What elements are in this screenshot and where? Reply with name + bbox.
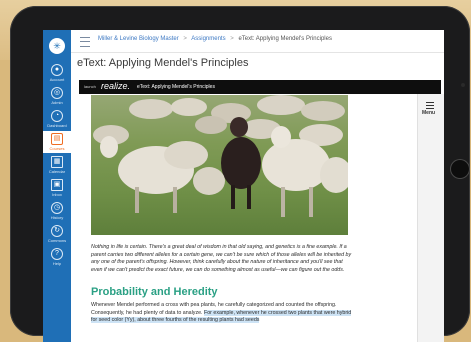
sidebar-item-label: Account: [49, 77, 65, 82]
sheep-photo: [91, 95, 348, 235]
page-title: eText: Applying Mendel's Principles: [77, 57, 249, 69]
sidebar-item-inbox[interactable]: ▣ Inbox: [43, 177, 71, 199]
calendar-icon: ▦: [51, 156, 63, 168]
sidebar-item-commons[interactable]: ↻ Commons: [43, 223, 71, 245]
sidebar-nav: ✳ ● Account ◎ Admin ◔ Dashboard ▤ Course…: [43, 30, 71, 342]
sidebar-item-label: Dashboard: [47, 123, 67, 128]
intro-paragraph: Nothing in life is certain. There's a gr…: [91, 244, 352, 273]
section-heading: Probability and Heredity: [91, 286, 218, 298]
hamburger-menu-icon[interactable]: [80, 37, 90, 47]
breadcrumb-current: eText: Applying Mendel's Principles: [238, 36, 332, 42]
sidebar-item-help[interactable]: ? Help: [43, 246, 71, 268]
breadcrumb-assignments-link[interactable]: Assignments: [191, 36, 225, 42]
menu-icon[interactable]: [426, 102, 434, 109]
commons-icon: ↻: [51, 225, 63, 237]
sidebar-item-courses[interactable]: ▤ Courses: [43, 131, 71, 153]
dashboard-icon: ◔: [51, 110, 63, 122]
tablet-screen: ✳ ● Account ◎ Admin ◔ Dashboard ▤ Course…: [43, 30, 444, 342]
breadcrumb-separator: >: [183, 36, 187, 42]
admin-icon: ◎: [51, 87, 63, 99]
etext-reader: Nothing in life is certain. There's a gr…: [79, 94, 419, 342]
sidebar-item-calendar[interactable]: ▦ Calendar: [43, 154, 71, 176]
courses-icon: ▤: [51, 133, 63, 145]
section-paragraph: Whenever Mendel performed a cross with p…: [91, 302, 353, 325]
sidebar-item-admin[interactable]: ◎ Admin: [43, 85, 71, 107]
launch-label[interactable]: launch: [84, 82, 96, 92]
ebook-title: eText: Applying Mendel's Principles: [137, 84, 215, 90]
history-icon: ◷: [51, 202, 63, 214]
home-button[interactable]: [450, 159, 470, 179]
top-bar: Miller & Levine Biology Master > Assignm…: [71, 30, 444, 53]
ebook-toolbar: launch realize. eText: Applying Mendel's…: [79, 80, 441, 94]
sidebar-item-label: History: [50, 215, 64, 220]
sidebar-item-label: Courses: [49, 146, 65, 151]
asterisk-logo-icon[interactable]: ✳: [49, 38, 65, 54]
sidebar-item-label: Commons: [47, 238, 67, 243]
menu-label[interactable]: Menu: [422, 110, 435, 116]
breadcrumb-separator: >: [230, 36, 234, 42]
tablet-frame: ✳ ● Account ◎ Admin ◔ Dashboard ▤ Course…: [10, 6, 470, 342]
inbox-icon: ▣: [51, 179, 63, 191]
sidebar-item-history[interactable]: ◷ History: [43, 200, 71, 222]
sidebar-item-label: Help: [52, 261, 62, 266]
sidebar-item-account[interactable]: ● Account: [43, 62, 71, 84]
sidebar-item-label: Admin: [51, 100, 63, 105]
realize-logo: realize.: [101, 81, 131, 91]
account-icon: ●: [51, 64, 63, 76]
sidebar-item-label: Inbox: [52, 192, 62, 197]
sidebar-item-label: Calendar: [48, 169, 66, 174]
sidebar-item-dashboard[interactable]: ◔ Dashboard: [43, 108, 71, 130]
reader-side-panel: Menu: [417, 94, 444, 342]
breadcrumb: Miller & Levine Biology Master > Assignm…: [98, 36, 332, 42]
help-icon: ?: [51, 248, 63, 260]
camera-dot: [461, 83, 465, 87]
breadcrumb-course-link[interactable]: Miller & Levine Biology Master: [98, 36, 179, 42]
